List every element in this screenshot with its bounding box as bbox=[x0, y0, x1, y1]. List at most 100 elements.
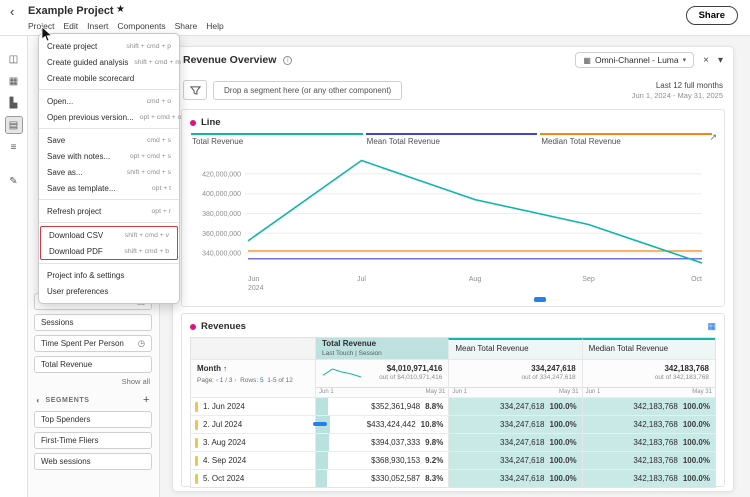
menu-item-download-pdf[interactable]: Download PDFshift + cmd + b bbox=[41, 243, 177, 259]
cell-total-revenue[interactable]: $368,930,1539.2% bbox=[315, 451, 448, 469]
legend-mean-total-revenue[interactable]: Mean Total Revenue bbox=[366, 133, 538, 146]
component-item-time-spent-per-person[interactable]: Time Spent Per Person ◷ bbox=[34, 335, 152, 352]
sort-ascending-icon[interactable]: ↑ bbox=[223, 364, 227, 373]
table-row-month[interactable]: 3. Aug 2024 bbox=[191, 433, 315, 451]
menu-share[interactable]: Share bbox=[175, 21, 198, 31]
svg-text:Jul: Jul bbox=[357, 276, 366, 283]
column-label: Total Revenue bbox=[322, 339, 442, 348]
table-row-month[interactable]: 2. Jul 2024 bbox=[191, 415, 315, 433]
time-icon: ◷ bbox=[138, 338, 145, 349]
show-all-link[interactable]: Show all bbox=[36, 377, 150, 386]
legend-total-revenue[interactable]: Total Revenue bbox=[191, 133, 363, 146]
menu-components[interactable]: Components bbox=[117, 21, 165, 31]
menu-item-shortcut: opt + cmd + s bbox=[130, 153, 171, 160]
menu-group: Open...cmd + oOpen previous version...op… bbox=[39, 93, 179, 125]
next-page-icon[interactable]: › bbox=[234, 377, 236, 384]
month-header-cell[interactable]: Month ↑Page: ‹ 1 / 3 › Rows: 5 1-5 of 12 bbox=[191, 359, 315, 397]
cell-percent: 100.0% bbox=[550, 474, 577, 483]
tables-icon[interactable]: ▦ bbox=[5, 72, 23, 90]
cell-mean-total-revenue[interactable]: 334,247,618100.0% bbox=[448, 415, 581, 433]
menu-item-open[interactable]: Open...cmd + o bbox=[39, 93, 179, 109]
component-item-sessions[interactable]: Sessions bbox=[34, 314, 152, 331]
column-summary-median-total-revenue[interactable]: 342,183,768out of 342,183,768Jun 1May 31 bbox=[582, 359, 715, 397]
menu-item-label: Project info & settings bbox=[47, 271, 124, 280]
panels-icon[interactable]: ◫ bbox=[5, 50, 23, 68]
dataset-selector[interactable]: ▦ Omni-Channel - Luma ▾ bbox=[575, 52, 694, 68]
menu-item-shortcut: shift + cmd + p bbox=[126, 43, 171, 50]
menu-item-create-project[interactable]: Create projectshift + cmd + p bbox=[39, 38, 179, 54]
share-button[interactable]: Share bbox=[686, 6, 738, 25]
legend-median-total-revenue[interactable]: Median Total Revenue bbox=[540, 133, 712, 146]
collapse-panel-icon[interactable]: ▾ bbox=[718, 55, 723, 66]
cell-median-total-revenue[interactable]: 342,183,768100.0% bbox=[582, 433, 715, 451]
add-segment-button[interactable]: + bbox=[143, 394, 150, 406]
table-row-month[interactable]: 5. Oct 2024 bbox=[191, 469, 315, 487]
annotations-icon[interactable]: ✎ bbox=[5, 172, 23, 190]
menu-item-label: User preferences bbox=[47, 287, 108, 296]
visualizations-icon[interactable]: ▙ bbox=[5, 94, 23, 112]
star-icon[interactable]: ★ bbox=[116, 4, 125, 15]
prev-page-icon[interactable]: ‹ bbox=[216, 377, 218, 384]
column-summary-mean-total-revenue[interactable]: 334,247,618out of 334,247,618Jun 1May 31 bbox=[448, 359, 581, 397]
table-horizontal-scrollbar[interactable] bbox=[313, 422, 327, 426]
segment-icon: ◐ bbox=[36, 396, 41, 405]
menu-insert[interactable]: Insert bbox=[87, 21, 108, 31]
menu-item-create-mobile-scorecard[interactable]: Create mobile scorecard bbox=[39, 70, 179, 86]
cell-total-revenue[interactable]: $330,052,5878.3% bbox=[315, 469, 448, 487]
back-chevron-icon[interactable]: ‹ bbox=[10, 4, 14, 19]
cell-mean-total-revenue[interactable]: 334,247,618100.0% bbox=[448, 469, 581, 487]
menu-item-open-previous-version[interactable]: Open previous version...opt + cmd + o bbox=[39, 109, 179, 125]
menu-item-project-info-settings[interactable]: Project info & settings bbox=[39, 267, 179, 283]
cell-median-total-revenue[interactable]: 342,183,768100.0% bbox=[582, 397, 715, 415]
menu-item-save-as[interactable]: Save as...shift + cmd + s bbox=[39, 164, 179, 180]
menu-item-refresh-project[interactable]: Refresh projectopt + r bbox=[39, 203, 179, 219]
chart-horizontal-scrollbar[interactable] bbox=[534, 297, 546, 302]
menu-item-shortcut: opt + r bbox=[152, 208, 171, 215]
cell-mean-total-revenue[interactable]: 334,247,618100.0% bbox=[448, 451, 581, 469]
table-row-month[interactable]: 4. Sep 2024 bbox=[191, 451, 315, 469]
menu-item-label: Create guided analysis bbox=[47, 58, 128, 67]
column-header-mean-total-revenue[interactable]: Mean Total Revenue bbox=[448, 338, 581, 359]
menu-item-save-with-notes[interactable]: Save with notes...opt + cmd + s bbox=[39, 148, 179, 164]
cell-total-revenue[interactable]: $394,037,3339.8% bbox=[315, 433, 448, 451]
segment-item-first-time-fliers[interactable]: First-Time Fliers bbox=[34, 432, 152, 449]
components-icon[interactable]: ▤ bbox=[5, 116, 23, 134]
menu-item-download-csv[interactable]: Download CSVshift + cmd + v bbox=[41, 227, 177, 243]
menu-item-label: Download PDF bbox=[49, 247, 103, 256]
cell-total-revenue[interactable]: $433,424,44210.8% bbox=[315, 415, 448, 433]
cell-median-total-revenue[interactable]: 342,183,768100.0% bbox=[582, 415, 715, 433]
expand-icon[interactable]: ↗ bbox=[709, 132, 717, 143]
page-number[interactable]: 1 bbox=[220, 377, 224, 384]
segment-item-web-sessions[interactable]: Web sessions bbox=[34, 453, 152, 470]
column-header-median-total-revenue[interactable]: Median Total Revenue bbox=[582, 338, 715, 359]
svg-text:400,000,000: 400,000,000 bbox=[202, 191, 241, 198]
outline-icon[interactable]: ≡ bbox=[5, 138, 23, 156]
table-row-month[interactable]: 1. Jun 2024 bbox=[191, 397, 315, 415]
cell-median-total-revenue[interactable]: 342,183,768100.0% bbox=[582, 469, 715, 487]
info-icon[interactable]: i bbox=[283, 56, 292, 65]
component-item-total-revenue[interactable]: Total Revenue bbox=[34, 356, 152, 373]
cell-mean-total-revenue[interactable]: 334,247,618100.0% bbox=[448, 433, 581, 451]
component-label: Time Spent Per Person bbox=[41, 339, 124, 348]
menu-edit[interactable]: Edit bbox=[63, 21, 78, 31]
date-range[interactable]: Last 12 full months Jun 1, 2024 - May 31… bbox=[632, 81, 723, 100]
cell-total-revenue[interactable]: $352,361,9488.8% bbox=[315, 397, 448, 415]
menu-item-save[interactable]: Savecmd + s bbox=[39, 132, 179, 148]
column-header-total-revenue[interactable]: Total RevenueLast Touch | Session bbox=[315, 338, 448, 359]
segment-drop-zone[interactable]: Drop a segment here (or any other compon… bbox=[213, 81, 402, 100]
menu-item-create-guided-analysis[interactable]: Create guided analysisshift + cmd + m bbox=[39, 54, 179, 70]
rows-count[interactable]: 5 bbox=[260, 377, 264, 384]
line-chart[interactable]: 340,000,000360,000,000380,000,000400,000… bbox=[190, 148, 718, 294]
menu-help[interactable]: Help bbox=[206, 21, 223, 31]
cell-median-total-revenue[interactable]: 342,183,768100.0% bbox=[582, 451, 715, 469]
segment-item-top-spenders[interactable]: Top Spenders bbox=[34, 411, 152, 428]
segment-filter-button[interactable] bbox=[183, 80, 207, 100]
close-panel-icon[interactable]: × bbox=[703, 55, 709, 66]
month-sort-header[interactable]: Month ↑ bbox=[197, 364, 309, 373]
menu-item-user-preferences[interactable]: User preferences bbox=[39, 283, 179, 299]
cell-mean-total-revenue[interactable]: 334,247,618100.0% bbox=[448, 397, 581, 415]
table-settings-icon[interactable]: ▦ bbox=[707, 321, 716, 332]
menu-item-label: Download CSV bbox=[49, 231, 103, 240]
column-summary-total-revenue[interactable]: $4,010,971,416out of $4,010,971,416Jun 1… bbox=[315, 359, 448, 397]
menu-item-save-as-template[interactable]: Save as template...opt + t bbox=[39, 180, 179, 196]
